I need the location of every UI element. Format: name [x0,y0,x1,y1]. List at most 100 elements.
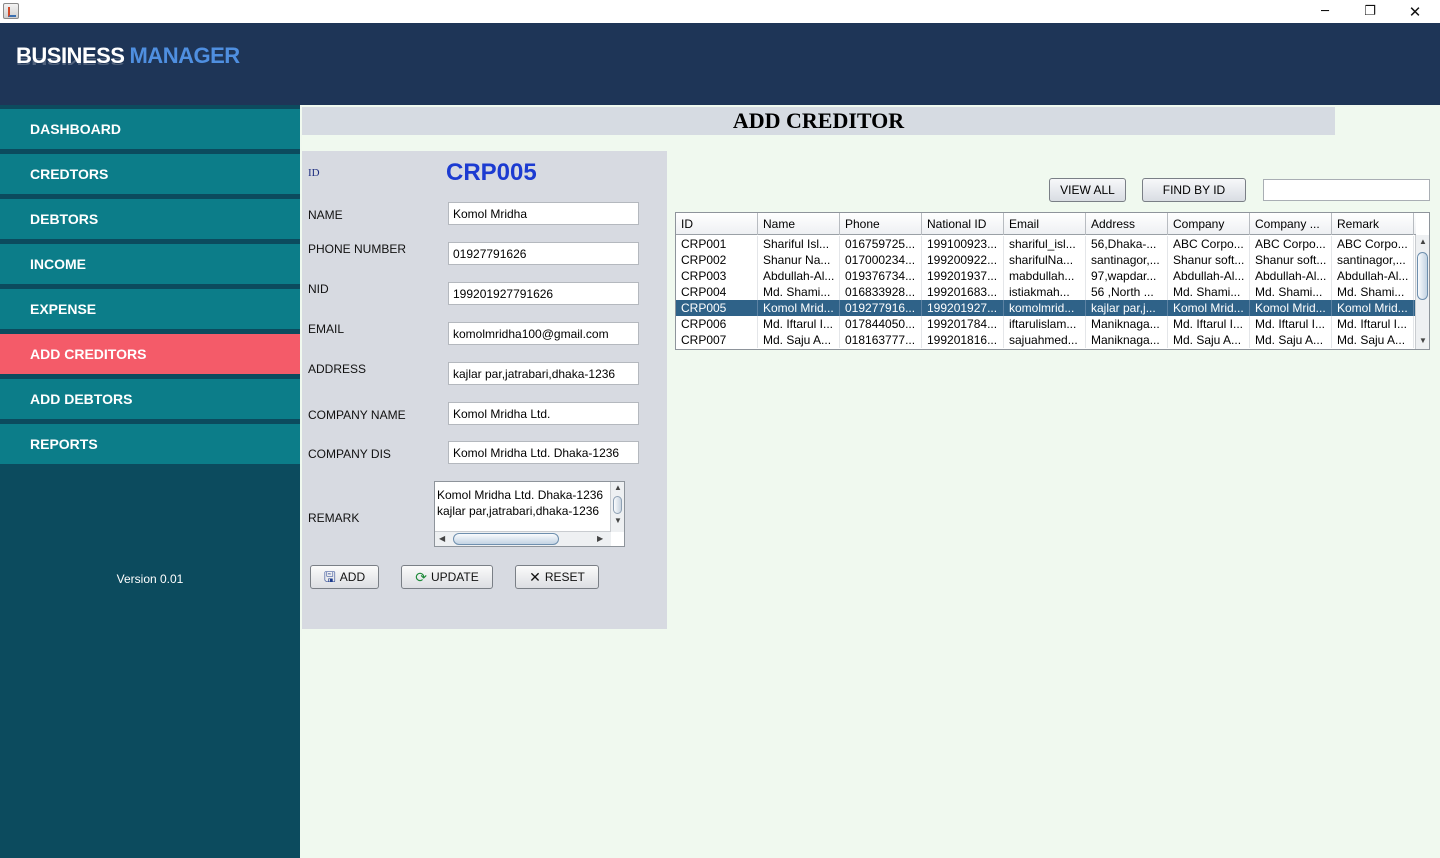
remark-vertical-scrollbar[interactable]: ▲ ▼ [610,482,624,532]
column-header-national-id[interactable]: National ID [922,213,1004,235]
scroll-right-arrow-icon[interactable]: ▶ [597,534,603,543]
address-label: ADDRESS [308,362,367,376]
table-cell: Md. Iftarul I... [1250,316,1332,332]
sidebar-item-debtors[interactable]: DEBTORS [0,199,300,239]
column-header-company[interactable]: Company [1168,213,1250,235]
table-cell: ABC Corpo... [1168,236,1250,252]
table-cell: komolmrid... [1004,300,1086,316]
table-cell: Md. Saju A... [758,332,840,348]
sidebar-item-add-creditors[interactable]: ADD CREDITORS [0,334,300,374]
column-header-phone[interactable]: Phone [840,213,922,235]
table-cell: Md. Saju A... [1250,332,1332,348]
table-row[interactable]: CRP006 Md. Iftarul I... 017844050... 199201… [676,316,1416,332]
remark-text[interactable]: Komol Mridha Ltd. Dhaka-1236 kajlar par,… [437,487,609,519]
refresh-icon: ⟳ [415,569,427,585]
column-header-remark[interactable]: Remark [1332,213,1414,235]
email-field[interactable]: komolmridha100@gmail.com [448,322,639,345]
version-label: Version 0.01 [116,572,184,586]
sidebar-item-creditors[interactable]: CREDTORS [0,154,300,194]
phone-field[interactable]: 01927791626 [448,242,639,265]
table-row[interactable]: CRP007 Md. Saju A... 018163777... 199201816… [676,332,1416,348]
name-field[interactable]: Komol Mridha [448,202,639,225]
close-button[interactable]: ✕ [1392,0,1438,23]
name-label: NAME [308,208,343,222]
table-cell: 019277916... [840,300,922,316]
column-header-address[interactable]: Address [1086,213,1168,235]
column-header-id[interactable]: ID [676,213,758,235]
table-row[interactable]: CRP005 Komol Mrid... 019277916... 199201927… [676,300,1416,316]
table-cell: 56,Dhaka-... [1086,236,1168,252]
table-row[interactable]: CRP004 Md. Shami... 016833928... 199201683.… [676,284,1416,300]
creditors-table: ID Name Phone National ID Email Address … [675,212,1430,350]
company-dis-label: COMPANY DIS [308,447,391,461]
sidebar-item-add-debtors[interactable]: ADD DEBTORS [0,379,300,419]
sidebar-item-reports[interactable]: REPORTS [0,424,300,464]
table-cell: 019376734... [840,268,922,284]
scroll-down-arrow-icon[interactable]: ▼ [1419,336,1427,345]
table-vscroll-thumb[interactable] [1417,252,1428,300]
table-row[interactable]: CRP001 Shariful Isl... 016759725... 1991009… [676,236,1416,252]
table-cell: Abdullah-Al... [1332,268,1414,284]
table-cell: 199201927... [922,300,1004,316]
table-cell: istiakmah... [1004,284,1086,300]
find-id-input[interactable] [1263,179,1430,201]
column-header-name[interactable]: Name [758,213,840,235]
main-content: ADD CREDITOR ID CRP005 NAME Komol Mridha… [300,105,1440,858]
table-cell: santinagor,... [1332,252,1414,268]
table-cell: shariful_isl... [1004,236,1086,252]
table-cell: Md. Iftarul I... [1332,316,1414,332]
remark-hscroll-thumb[interactable] [453,533,559,545]
phone-label: PHONE NUMBER [308,242,407,256]
table-body: CRP001 Shariful Isl... 016759725... 1991009… [676,236,1416,348]
column-header-email[interactable]: Email [1004,213,1086,235]
table-cell: Shariful Isl... [758,236,840,252]
scroll-left-arrow-icon[interactable]: ◀ [439,534,445,543]
table-cell: 199201816... [922,332,1004,348]
add-button[interactable]: 🖫 ADD [310,565,379,589]
remark-label: REMARK [308,511,360,525]
reset-x-icon: ✕ [529,569,541,585]
table-header: ID Name Phone National ID Email Address … [676,213,1416,235]
restore-button[interactable]: ❐ [1347,0,1393,23]
table-cell: 199201937... [922,268,1004,284]
remark-vscroll-thumb[interactable] [613,496,622,514]
app-header: BUSINESS MANAGER BUSINESS [0,23,1440,105]
update-button[interactable]: ⟳ UPDATE [401,565,493,589]
nid-field[interactable]: 199201927791626 [448,282,639,305]
table-row[interactable]: CRP002 Shanur Na... 017000234... 199200922.… [676,252,1416,268]
table-cell: ABC Corpo... [1250,236,1332,252]
find-by-id-button[interactable]: FIND BY ID [1142,178,1246,202]
email-label: EMAIL [308,322,345,336]
table-cell: sharifulNa... [1004,252,1086,268]
remark-horizontal-scrollbar[interactable]: ◀ ▶ [435,531,611,546]
sidebar: DASHBOARD CREDTORS DEBTORS INCOME EXPENS… [0,105,300,858]
column-header-company-dis[interactable]: Company ... [1250,213,1332,235]
table-row[interactable]: CRP003 Abdullah-Al... 019376734... 19920193… [676,268,1416,284]
address-field[interactable]: kajlar par,jatrabari,dhaka-1236 [448,362,639,385]
view-all-button[interactable]: VIEW ALL [1049,178,1126,202]
sidebar-item-dashboard[interactable]: DASHBOARD [0,109,300,149]
table-cell: CRP006 [676,316,758,332]
scroll-down-arrow-icon[interactable]: ▼ [614,516,622,525]
table-cell: Komol Mrid... [758,300,840,316]
nid-label: NID [308,282,329,296]
table-cell: CRP003 [676,268,758,284]
company-name-field[interactable]: Komol Mridha Ltd. [448,402,639,425]
table-cell: Md. Iftarul I... [758,316,840,332]
id-value: CRP005 [446,159,537,186]
minimize-button[interactable]: ─ [1302,0,1348,23]
scroll-up-arrow-icon[interactable]: ▲ [1419,237,1427,246]
scroll-up-arrow-icon[interactable]: ▲ [614,483,622,492]
table-cell: 199201683... [922,284,1004,300]
page-title-bar: ADD CREDITOR [302,107,1335,135]
table-cell: 97,wapdar... [1086,268,1168,284]
company-dis-field[interactable]: Komol Mridha Ltd. Dhaka-1236 [448,441,639,464]
sidebar-item-expense[interactable]: EXPENSE [0,289,300,329]
remark-textarea[interactable]: Komol Mridha Ltd. Dhaka-1236 kajlar par,… [434,481,625,547]
update-button-label: UPDATE [430,570,479,584]
reset-button[interactable]: ✕ RESET [515,565,599,589]
table-vertical-scrollbar[interactable]: ▲ ▼ [1415,235,1429,349]
sidebar-item-income[interactable]: INCOME [0,244,300,284]
table-cell: Abdullah-Al... [1250,268,1332,284]
table-cell: CRP007 [676,332,758,348]
